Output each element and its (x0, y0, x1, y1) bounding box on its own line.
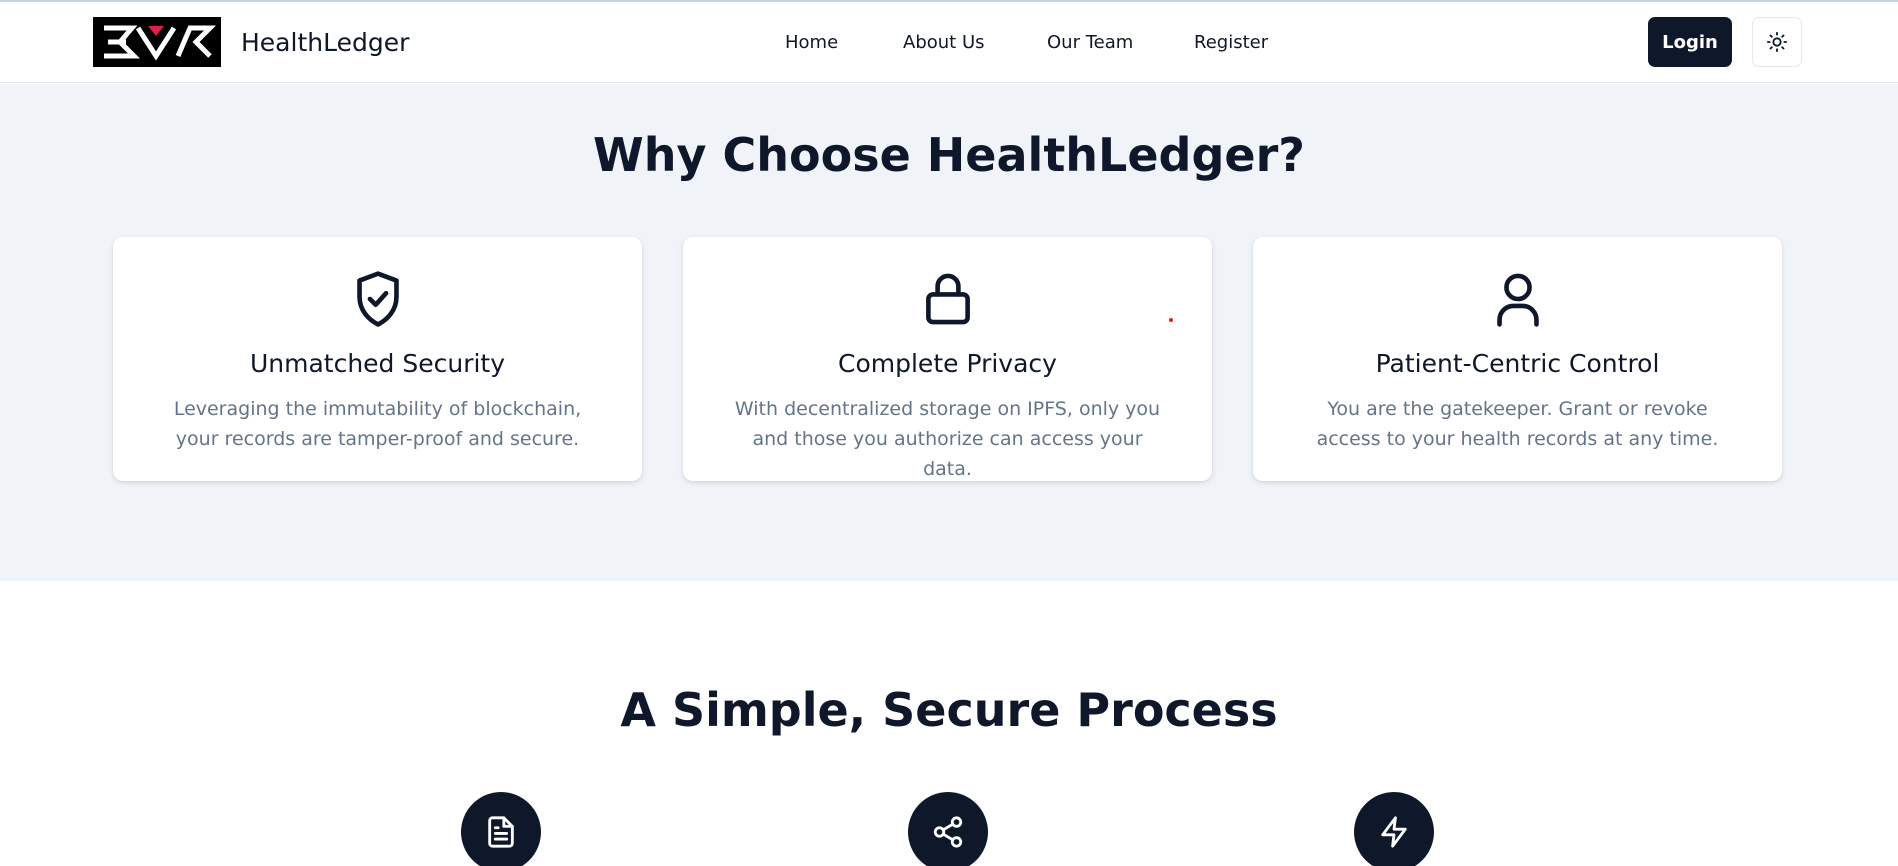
nav-our-team[interactable]: Our Team (1047, 32, 1133, 53)
sun-icon (1766, 31, 1788, 53)
feature-description: With decentralized storage on IPFS, only… (734, 398, 1161, 480)
theme-toggle-button[interactable] (1752, 17, 1802, 67)
feature-card-privacy: Complete Privacy With decentralized stor… (683, 237, 1212, 481)
logo-mark-icon (104, 25, 216, 61)
process-title: A Simple, Secure Process (620, 683, 1278, 737)
feature-card-control: Patient-Centric Control You are the gate… (1253, 237, 1782, 481)
feature-card-security: Unmatched Security Leveraging the immuta… (113, 237, 642, 481)
share-icon (933, 816, 963, 848)
step-document-icon (461, 792, 541, 866)
feature-title: Complete Privacy (838, 349, 1057, 378)
feature-title: Unmatched Security (249, 349, 506, 378)
brand-name[interactable]: HealthLedger (241, 28, 409, 57)
why-title: Why Choose HealthLedger? (593, 128, 1305, 182)
lightning-icon (1381, 816, 1407, 848)
nav-home[interactable]: Home (785, 32, 838, 53)
why-section: Why Choose HealthLedger? Unmatched Secur… (0, 84, 1898, 581)
step-share-icon (908, 792, 988, 866)
document-icon (488, 816, 514, 848)
feature-description: You are the gatekeeper. Grant or revoke … (1316, 398, 1719, 450)
nav-about-us[interactable]: About Us (903, 32, 985, 53)
feature-description: Leveraging the immutability of blockchai… (173, 398, 582, 450)
logo[interactable] (93, 17, 221, 67)
user-icon (1253, 269, 1782, 329)
feature-title: Patient-Centric Control (1375, 349, 1660, 378)
navbar: HealthLedger Home About Us Our Team Regi… (0, 2, 1898, 83)
nav-register[interactable]: Register (1194, 32, 1268, 53)
login-button[interactable]: Login (1648, 17, 1732, 67)
shield-check-icon (113, 269, 642, 329)
lock-icon (683, 269, 1212, 329)
cursor-dot (1169, 318, 1173, 322)
step-lightning-icon (1354, 792, 1434, 866)
